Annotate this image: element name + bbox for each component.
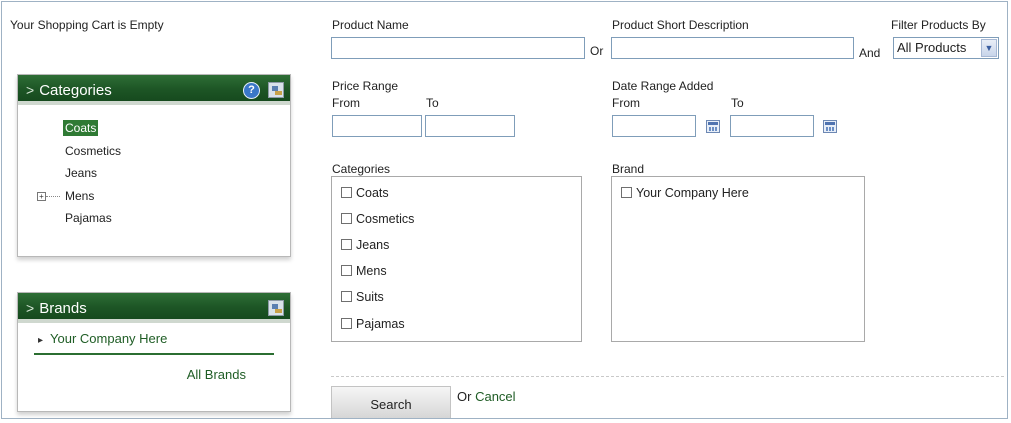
filter-products-label: Filter Products By <box>891 18 986 32</box>
filter-products-value: All Products <box>897 40 967 55</box>
category-checkbox-cosmetics[interactable]: Cosmetics <box>341 210 414 228</box>
chevron-right-icon: > <box>26 300 35 316</box>
category-item-label: Jeans <box>65 166 98 180</box>
calendar-icon[interactable] <box>823 120 837 133</box>
date-to-label: To <box>731 96 744 110</box>
or-cancel: Or Cancel <box>457 389 516 404</box>
date-to-input[interactable] <box>730 115 814 137</box>
product-name-input[interactable] <box>331 37 585 59</box>
short-description-input[interactable] <box>611 37 854 59</box>
categories-panel: > Categories ? Coats Cosmetics Jeans + Me… <box>17 74 291 257</box>
filter-products-select[interactable]: All Products ▼ <box>893 37 999 59</box>
edit-panel-icon[interactable] <box>268 82 284 98</box>
category-checkbox-mens[interactable]: Mens <box>341 262 387 280</box>
category-checkbox-suits[interactable]: Suits <box>341 288 384 306</box>
price-range-label: Price Range <box>332 79 399 93</box>
brands-panel-title: Brands <box>39 300 87 317</box>
checkbox[interactable] <box>341 265 352 276</box>
checkbox-label: Cosmetics <box>356 212 415 226</box>
brand-field-label: Brand <box>612 162 645 176</box>
price-from-input[interactable] <box>332 115 422 137</box>
price-to-label: To <box>426 96 439 110</box>
short-description-label: Product Short Description <box>612 18 749 32</box>
category-item-coats[interactable]: Coats <box>18 117 290 140</box>
or-label: Or <box>590 44 604 58</box>
chevron-right-icon: > <box>26 82 35 98</box>
checkbox[interactable] <box>341 291 352 302</box>
cancel-link[interactable]: Cancel <box>475 389 515 404</box>
checkbox-label: Suits <box>356 290 384 304</box>
category-item-label: Cosmetics <box>65 143 122 158</box>
categories-panel-title: Categories <box>39 82 112 99</box>
help-icon[interactable]: ? <box>243 82 260 99</box>
checkbox[interactable] <box>621 187 632 198</box>
category-item-label: Pajamas <box>65 211 112 225</box>
brand-item-your-company-here[interactable]: ▸ Your Company Here <box>34 331 274 355</box>
category-checkbox-jeans[interactable]: Jeans <box>341 236 389 254</box>
checkbox-label: Jeans <box>356 238 390 252</box>
checkbox-label: Coats <box>356 186 389 200</box>
search-button[interactable]: Search <box>331 386 451 418</box>
date-from-input[interactable] <box>612 115 696 137</box>
checkbox[interactable] <box>341 213 352 224</box>
categories-panel-header: > Categories ? <box>18 75 290 105</box>
brand-item-label: Your Company Here <box>50 331 168 346</box>
date-range-label: Date Range Added <box>612 79 714 93</box>
category-item-label: Mens <box>65 188 95 203</box>
brands-panel: > Brands ▸ Your Company Here All Brands <box>17 292 291 412</box>
checkbox[interactable] <box>341 187 352 198</box>
and-label: And <box>859 46 881 60</box>
checkbox-label: Pajamas <box>356 317 405 331</box>
date-from-label: From <box>612 96 640 110</box>
category-checkbox-coats[interactable]: Coats <box>341 184 389 202</box>
tree-expand-icon[interactable]: + <box>37 191 46 201</box>
checkbox[interactable] <box>341 239 352 250</box>
category-item-jeans[interactable]: Jeans <box>18 162 290 185</box>
category-item-cosmetics[interactable]: Cosmetics <box>18 140 290 163</box>
category-item-label: Coats <box>63 120 99 136</box>
calendar-icon[interactable] <box>706 120 720 133</box>
checkbox-label: Your Company Here <box>636 186 749 200</box>
category-item-mens[interactable]: + Mens <box>18 185 290 208</box>
dropdown-arrow-icon[interactable]: ▼ <box>981 39 997 57</box>
checkbox-label: Mens <box>356 264 387 278</box>
brand-checkbox-your-company-here[interactable]: Your Company Here <box>621 184 749 202</box>
all-brands-link[interactable]: All Brands <box>187 367 246 382</box>
category-tree: Coats Cosmetics Jeans + Mens Pajamas <box>18 117 290 230</box>
checkbox[interactable] <box>341 318 352 329</box>
cart-status: Your Shopping Cart is Empty <box>10 18 164 32</box>
price-to-input[interactable] <box>425 115 515 137</box>
brand-checkbox-list: Your Company Here <box>611 176 865 342</box>
price-from-label: From <box>332 96 360 110</box>
or-cancel-prefix: Or <box>457 389 472 404</box>
tree-connector <box>46 195 60 197</box>
category-checkbox-pajamas[interactable]: Pajamas <box>341 315 405 333</box>
categories-checkbox-list: Coats Cosmetics Jeans Mens Suits Pajamas <box>331 176 582 342</box>
bullet-arrow-icon: ▸ <box>38 335 44 346</box>
categories-field-label: Categories <box>332 162 391 176</box>
form-divider <box>331 376 1004 377</box>
category-item-pajamas[interactable]: Pajamas <box>18 207 290 230</box>
edit-panel-icon[interactable] <box>268 300 284 316</box>
brands-panel-header: > Brands <box>18 293 290 323</box>
product-name-label: Product Name <box>332 18 409 32</box>
